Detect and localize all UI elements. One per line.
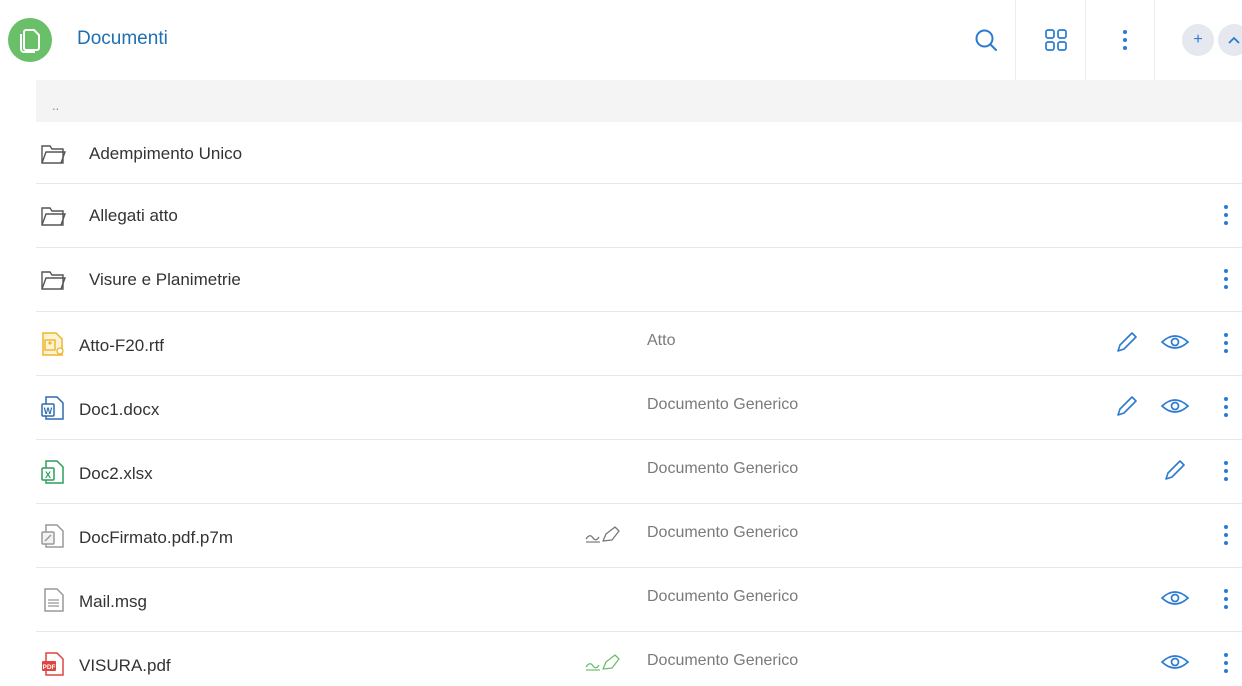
folder-icon — [41, 207, 66, 226]
folder-row[interactable]: Allegati atto — [36, 184, 1242, 248]
file-name: VISURA.pdf — [79, 656, 171, 675]
collapse-button[interactable] — [1218, 24, 1242, 56]
document-list: .. Adempimento Unico Allegati atto Visur… — [36, 80, 1242, 686]
folder-row[interactable]: Adempimento Unico — [36, 122, 1242, 184]
row-menu-button[interactable] — [1214, 198, 1238, 232]
mail-file-icon — [44, 588, 64, 612]
document-type: Atto — [647, 332, 676, 349]
file-row[interactable]: Atto-F20.rtf Atto — [36, 312, 1242, 376]
header-menu-button[interactable] — [1105, 0, 1145, 80]
file-row[interactable]: Mail.msg Documento Generico — [36, 568, 1242, 632]
more-vert-icon — [1224, 461, 1228, 481]
header-divider — [1154, 0, 1155, 80]
header-divider — [1015, 0, 1016, 80]
folder-row[interactable]: Visure e Planimetrie — [36, 248, 1242, 312]
excel-file-icon: X — [41, 460, 64, 484]
chevron-up-icon — [1228, 36, 1240, 44]
more-vert-icon — [1224, 653, 1228, 673]
file-name: Mail.msg — [79, 592, 148, 611]
row-menu-button[interactable] — [1214, 326, 1238, 360]
header-bar: Documenti + — [0, 0, 1242, 80]
eye-icon[interactable] — [1160, 393, 1190, 419]
plus-icon: + — [1193, 31, 1203, 48]
signed-file-icon — [41, 524, 64, 548]
more-vert-icon — [1224, 525, 1228, 545]
row-menu-button[interactable] — [1214, 262, 1238, 296]
row-menu-button[interactable] — [1214, 582, 1238, 616]
search-button[interactable] — [966, 0, 1006, 80]
folder-name: Adempimento Unico — [89, 144, 243, 163]
page-title: Documenti — [77, 28, 168, 49]
row-menu-button[interactable] — [1214, 390, 1238, 424]
document-app-icon — [8, 18, 52, 62]
folder-name: Allegati atto — [89, 206, 178, 225]
search-icon — [975, 29, 997, 51]
parent-folder-row[interactable]: .. — [36, 80, 1242, 122]
row-menu-button[interactable] — [1214, 518, 1238, 552]
more-vert-icon — [1224, 205, 1228, 225]
file-name: Doc2.xlsx — [79, 464, 153, 483]
svg-text:PDF: PDF — [43, 664, 56, 671]
more-vert-icon — [1123, 30, 1127, 50]
file-name: Doc1.docx — [79, 400, 160, 419]
signature-icon — [585, 654, 620, 671]
file-row[interactable]: W Doc1.docx Documento Generico — [36, 376, 1242, 440]
document-type: Documento Generico — [647, 396, 799, 413]
signature-icon — [585, 526, 620, 543]
file-name: Atto-F20.rtf — [79, 336, 165, 355]
svg-text:W: W — [44, 406, 53, 416]
more-vert-icon — [1224, 589, 1228, 609]
file-row[interactable]: DocFirmato.pdf.p7m Documento Generico — [36, 504, 1242, 568]
eye-icon[interactable] — [1160, 585, 1190, 611]
header-divider — [1085, 0, 1086, 80]
document-type: Documento Generico — [647, 460, 799, 477]
row-menu-button[interactable] — [1214, 646, 1238, 680]
row-menu-button[interactable] — [1214, 454, 1238, 488]
more-vert-icon — [1224, 269, 1228, 289]
grid-view-button[interactable] — [1036, 0, 1076, 80]
pdf-file-icon: PDF — [42, 652, 64, 676]
more-vert-icon — [1224, 397, 1228, 417]
file-row[interactable]: PDF VISURA.pdf Documento Generico — [36, 632, 1242, 686]
svg-text:X: X — [45, 470, 51, 480]
document-type: Documento Generico — [647, 588, 799, 605]
add-button[interactable]: + — [1182, 24, 1214, 56]
parent-folder-label: .. — [52, 98, 60, 113]
grid-view-icon — [1045, 29, 1067, 51]
folder-name: Visure e Planimetrie — [89, 270, 241, 289]
pencil-icon[interactable] — [1162, 457, 1188, 483]
pencil-icon[interactable] — [1114, 393, 1140, 419]
rtf-file-icon — [42, 332, 64, 356]
pencil-icon[interactable] — [1114, 329, 1140, 355]
eye-icon[interactable] — [1160, 649, 1190, 675]
folder-icon — [41, 271, 66, 290]
folder-icon — [41, 145, 66, 164]
document-type: Documento Generico — [647, 524, 799, 541]
file-name: DocFirmato.pdf.p7m — [79, 528, 233, 547]
more-vert-icon — [1224, 333, 1228, 353]
word-file-icon: W — [41, 396, 64, 420]
eye-icon[interactable] — [1160, 329, 1190, 355]
document-type: Documento Generico — [647, 652, 799, 669]
file-row[interactable]: X Doc2.xlsx Documento Generico — [36, 440, 1242, 504]
